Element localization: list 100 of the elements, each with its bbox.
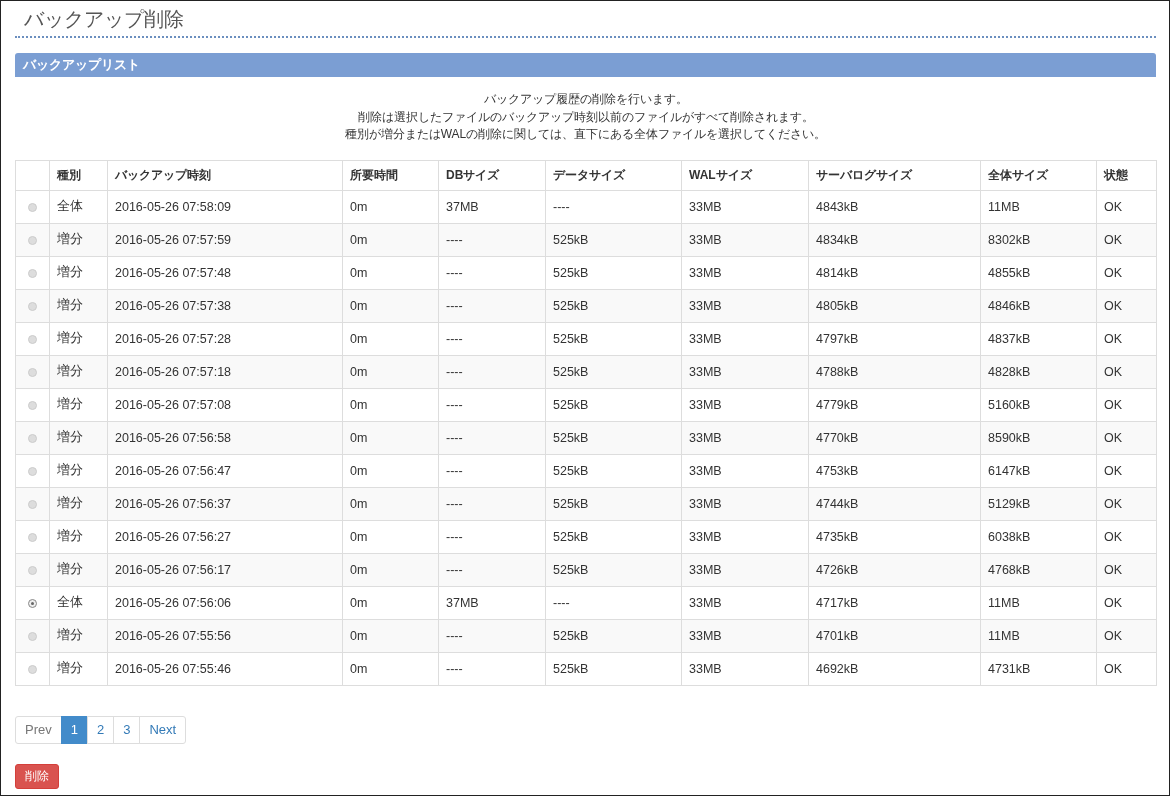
table-cell: 2016-05-26 07:57:18 xyxy=(107,355,343,388)
table-cell: 0m xyxy=(342,652,439,685)
table-cell: 37MB xyxy=(438,190,546,223)
column-header: 所要時間 xyxy=(342,160,439,190)
table-cell: 2016-05-26 07:55:46 xyxy=(107,652,343,685)
table-cell: 2016-05-26 07:56:17 xyxy=(107,553,343,586)
table-cell: 増分 xyxy=(49,520,108,553)
page-button[interactable]: 3 xyxy=(113,715,141,744)
table-cell: 4726kB xyxy=(808,553,981,586)
table-cell: 2016-05-26 07:56:27 xyxy=(107,520,343,553)
table-cell: 33MB xyxy=(681,322,809,355)
table-cell: 増分 xyxy=(49,256,108,289)
table-cell: 4744kB xyxy=(808,487,981,520)
table-cell: 525kB xyxy=(545,553,682,586)
table-cell: 4731kB xyxy=(980,652,1097,685)
table-cell: 4735kB xyxy=(808,520,981,553)
radio-button[interactable] xyxy=(28,268,37,278)
table-cell: 増分 xyxy=(49,223,108,256)
description-text: 種別が増分またはWALの削除に関しては、直下にある全体ファイルを選択してください。 xyxy=(343,126,828,143)
table-cell: 2016-05-26 07:56:58 xyxy=(107,421,343,454)
table-cell: 5129kB xyxy=(980,487,1097,520)
table-cell: 2016-05-26 07:57:38 xyxy=(107,289,343,322)
radio-button[interactable] xyxy=(28,334,37,344)
table-cell: OK xyxy=(1096,652,1157,685)
table-cell: 2016-05-26 07:57:59 xyxy=(107,223,343,256)
radio-button[interactable] xyxy=(28,400,37,410)
table-cell: 0m xyxy=(342,487,439,520)
table-cell: 5160kB xyxy=(980,388,1097,421)
table-cell: 4717kB xyxy=(808,586,981,619)
table-cell: 8302kB xyxy=(980,223,1097,256)
table-cell: 4828kB xyxy=(980,355,1097,388)
panel-header: バックアップリスト xyxy=(15,53,1156,77)
table-cell: ---- xyxy=(438,421,546,454)
radio-button[interactable] xyxy=(28,433,37,443)
table-cell: 4768kB xyxy=(980,553,1097,586)
radio-button[interactable] xyxy=(28,532,37,542)
table-cell: 4843kB xyxy=(808,190,981,223)
table-cell: 8590kB xyxy=(980,421,1097,454)
radio-button[interactable] xyxy=(28,235,37,245)
table-cell: 33MB xyxy=(681,454,809,487)
table-cell: 4753kB xyxy=(808,454,981,487)
table-cell: 全体 xyxy=(49,190,108,223)
page-button[interactable]: 1 xyxy=(60,715,88,744)
table-cell: 増分 xyxy=(49,652,108,685)
table-cell: ---- xyxy=(438,487,546,520)
table-cell: 33MB xyxy=(681,586,809,619)
column-header: 状態 xyxy=(1096,160,1157,190)
page-button[interactable]: 2 xyxy=(86,715,115,744)
table-cell: ---- xyxy=(438,223,546,256)
next-button[interactable]: Next xyxy=(139,715,187,744)
table-cell: 0m xyxy=(342,421,439,454)
table-cell: 4788kB xyxy=(808,355,981,388)
table-cell: 525kB xyxy=(545,289,682,322)
radio-button[interactable] xyxy=(28,598,37,608)
table-cell: 0m xyxy=(342,223,439,256)
table-cell: OK xyxy=(1096,289,1157,322)
table-cell: 2016-05-26 07:58:09 xyxy=(107,190,343,223)
table-cell: OK xyxy=(1096,355,1157,388)
column-header: データサイズ xyxy=(545,160,682,190)
table-cell: 4834kB xyxy=(808,223,981,256)
table-cell: 増分 xyxy=(49,289,108,322)
table-cell: 6147kB xyxy=(980,454,1097,487)
table-cell: 525kB xyxy=(545,454,682,487)
radio-button[interactable] xyxy=(28,499,37,509)
table-cell: ---- xyxy=(545,586,682,619)
radio-button[interactable] xyxy=(28,565,37,575)
radio-button[interactable] xyxy=(28,367,37,377)
table-cell: OK xyxy=(1096,586,1157,619)
page-title: バックアップ削除 xyxy=(15,7,1156,38)
table-cell: 4814kB xyxy=(808,256,981,289)
table-cell: 33MB xyxy=(681,487,809,520)
radio-button[interactable] xyxy=(28,466,37,476)
radio-button[interactable] xyxy=(28,664,37,674)
table-cell: 525kB xyxy=(545,223,682,256)
table-cell: 増分 xyxy=(49,388,108,421)
table-cell: ---- xyxy=(438,553,546,586)
table-cell: 0m xyxy=(342,553,439,586)
table-cell: 525kB xyxy=(545,421,682,454)
table-cell: OK xyxy=(1096,190,1157,223)
radio-button[interactable] xyxy=(28,631,37,641)
table-cell: OK xyxy=(1096,454,1157,487)
radio-button[interactable] xyxy=(28,202,37,212)
table-cell: 0m xyxy=(342,520,439,553)
table-cell: 525kB xyxy=(545,520,682,553)
table-cell: 4692kB xyxy=(808,652,981,685)
table-cell: 11MB xyxy=(980,586,1097,619)
column-header: DBサイズ xyxy=(438,160,546,190)
table-cell: 全体 xyxy=(49,586,108,619)
table-cell: 11MB xyxy=(980,619,1097,652)
radio-button[interactable] xyxy=(28,301,37,311)
table-cell: 0m xyxy=(342,388,439,421)
table-cell: 0m xyxy=(342,454,439,487)
table-cell: 525kB xyxy=(545,388,682,421)
table-cell: 2016-05-26 07:57:08 xyxy=(107,388,343,421)
delete-button[interactable]: 削除 xyxy=(15,763,59,789)
table-cell: ---- xyxy=(438,454,546,487)
table-cell: 33MB xyxy=(681,256,809,289)
table-cell: 4797kB xyxy=(808,322,981,355)
column-header: 全体サイズ xyxy=(980,160,1097,190)
table-cell: OK xyxy=(1096,553,1157,586)
